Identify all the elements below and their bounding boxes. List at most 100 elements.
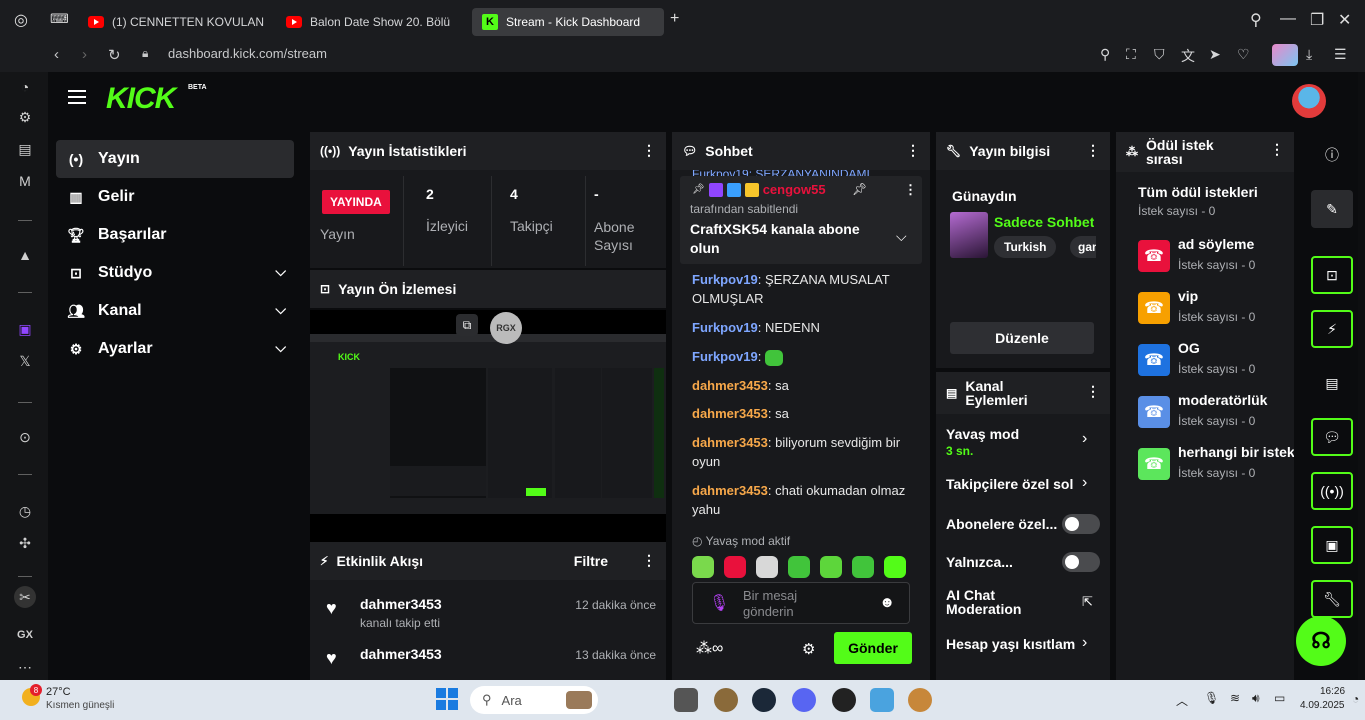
- reward-item[interactable]: ☎ ad söyleme İstek sayısı - 0: [1138, 236, 1308, 286]
- more-icon[interactable]: ⋯: [14, 656, 36, 678]
- emote-icon[interactable]: [724, 556, 746, 578]
- subs-only-toggle[interactable]: [1062, 514, 1100, 534]
- taskbar-search[interactable]: ⚲ Ara: [470, 686, 598, 714]
- more-options-icon[interactable]: ⋮: [1270, 142, 1284, 156]
- forward-icon[interactable]: ›: [82, 46, 87, 63]
- more-options-icon[interactable]: ⋮: [642, 142, 656, 159]
- avatar[interactable]: [1292, 84, 1326, 118]
- gx-control-icon[interactable]: ⚙: [14, 106, 36, 128]
- chevron-up-icon[interactable]: ︿: [1176, 692, 1188, 709]
- chevron-right-icon[interactable]: ›: [1082, 634, 1087, 652]
- minimize-icon[interactable]: —: [1280, 10, 1296, 28]
- url-field[interactable]: dashboard.kick.com/stream: [168, 46, 327, 61]
- wifi-icon[interactable]: ≋: [1230, 691, 1240, 705]
- external-link-icon[interactable]: ⇱: [1082, 594, 1093, 610]
- tab-youtube-2[interactable]: Balon Date Show 20. Bölü: [276, 8, 466, 36]
- more-options-icon[interactable]: ⋮: [1086, 142, 1100, 159]
- new-tab-button[interactable]: +: [670, 10, 679, 28]
- gx-corner-icon[interactable]: ▤: [14, 138, 36, 160]
- camera-tool-icon[interactable]: ▣: [1311, 526, 1353, 564]
- chevron-right-icon[interactable]: ›: [1082, 474, 1087, 492]
- lightning-tool-icon[interactable]: ⚡︎: [1311, 310, 1353, 348]
- sidebar-item-basarilar[interactable]: 🏆︎ Başarılar: [56, 216, 294, 254]
- reward-item[interactable]: ☎ herhangi bir istek İstek sayısı - 0: [1138, 444, 1294, 494]
- sidebar-item-gelir[interactable]: ▥ Gelir: [56, 178, 294, 216]
- close-window-icon[interactable]: ✕: [1338, 10, 1351, 30]
- chevron-down-icon[interactable]: ⌵: [896, 228, 907, 245]
- microphone-icon[interactable]: 🎙︎: [1204, 691, 1219, 705]
- microphone-icon[interactable]: 🎙︎: [709, 593, 729, 613]
- profile-icon[interactable]: [1272, 44, 1298, 66]
- edit-icon[interactable]: ✎: [1311, 190, 1353, 228]
- more-options-icon[interactable]: ⋮: [904, 182, 917, 198]
- windows-start-icon[interactable]: [436, 688, 458, 710]
- download-icon[interactable]: ⤓: [1306, 46, 1312, 63]
- info-icon[interactable]: ⓘ: [1311, 136, 1353, 174]
- app-icon[interactable]: [908, 688, 932, 712]
- discord-icon[interactable]: [792, 688, 816, 712]
- pin-icon[interactable]: ⚲: [1100, 46, 1110, 63]
- task-view-icon[interactable]: [674, 688, 698, 712]
- unpin-icon[interactable]: 📌︎: [852, 182, 867, 196]
- chat-input[interactable]: 🎙︎ Bir mesaj gönderin ☻: [692, 582, 910, 624]
- battery-icon[interactable]: ▭: [1274, 691, 1285, 705]
- search-tabs-icon[interactable]: ⚲: [1250, 10, 1262, 30]
- more-options-icon[interactable]: ⋮: [906, 142, 920, 159]
- only-toggle[interactable]: [1062, 552, 1100, 572]
- app-icon[interactable]: [714, 688, 738, 712]
- reload-icon[interactable]: ↻: [108, 46, 121, 64]
- points-icon[interactable]: ⁂∞: [696, 638, 723, 658]
- tab-kick-dashboard[interactable]: K Stream - Kick Dashboard: [472, 8, 664, 36]
- tag-pill[interactable]: Turkish: [994, 236, 1057, 258]
- controller-icon[interactable]: ⌨: [50, 11, 69, 27]
- tag-pill[interactable]: gam: [1070, 236, 1096, 258]
- app-icon[interactable]: [870, 688, 894, 712]
- settings-icon[interactable]: ✂: [14, 586, 36, 608]
- translate-icon[interactable]: 文: [1181, 46, 1195, 66]
- emote-icon[interactable]: [820, 556, 842, 578]
- tab-youtube-1[interactable]: (1) CENNETTEN KOVULAN: [78, 8, 268, 36]
- edit-button[interactable]: Düzenle: [950, 322, 1094, 354]
- extensions-icon[interactable]: ✣: [14, 532, 36, 554]
- sidebar-item-studyo[interactable]: ⊡ Stüdyo ⌵: [56, 254, 294, 292]
- emoji-icon[interactable]: ☻: [879, 594, 895, 611]
- popout-icon[interactable]: ⧉: [456, 314, 478, 336]
- reward-item[interactable]: ☎ moderatörlük İstek sayısı - 0: [1138, 392, 1308, 442]
- filter-button[interactable]: Filtre: [574, 553, 608, 569]
- history-icon[interactable]: ◷: [14, 500, 36, 522]
- aria-icon[interactable]: ▲: [14, 244, 36, 266]
- emote-icon[interactable]: [884, 556, 906, 578]
- emote-icon[interactable]: [852, 556, 874, 578]
- wrench-tool-icon[interactable]: 🔧︎: [1311, 580, 1353, 618]
- hamburger-menu-icon[interactable]: [68, 90, 86, 104]
- snapshot-icon[interactable]: ⛶: [1126, 46, 1136, 63]
- steam-icon[interactable]: [752, 688, 776, 712]
- sidebar-item-kanal[interactable]: 👥︎ Kanal ⌵: [56, 292, 294, 330]
- twitch-icon[interactable]: ▣: [14, 318, 36, 340]
- back-icon[interactable]: ‹: [54, 46, 59, 63]
- support-button[interactable]: ☊: [1296, 616, 1346, 666]
- heart-icon[interactable]: ♡: [1237, 46, 1250, 63]
- speed-dial-icon[interactable]: ◔: [14, 76, 36, 98]
- emote-icon[interactable]: [756, 556, 778, 578]
- chevron-right-icon[interactable]: ›: [1082, 430, 1087, 448]
- sidebar-item-ayarlar[interactable]: ⚙ Ayarlar ⌵: [56, 330, 294, 368]
- menu-icon[interactable]: ☰: [1334, 46, 1347, 63]
- send-icon[interactable]: ➤: [1209, 46, 1221, 63]
- pinned-message[interactable]: 📌︎ cengow55 📌︎ ⋮ tarafından sabitlendi C…: [680, 176, 922, 264]
- x-icon[interactable]: 𝕏: [14, 350, 36, 372]
- slow-mode-row[interactable]: Yavaş mod: [946, 426, 1076, 442]
- gear-icon[interactable]: ⚙: [802, 640, 815, 658]
- more-options-icon[interactable]: ⋮: [642, 552, 656, 569]
- stream-preview[interactable]: KICK ⧉ RGX: [310, 310, 666, 548]
- emote-icon[interactable]: [788, 556, 810, 578]
- followers-only-row[interactable]: Takipçilere özel sol: [946, 476, 1076, 492]
- age-limit-row[interactable]: Hesap yaşı kısıtlam: [946, 636, 1076, 652]
- volume-icon[interactable]: 🔊︎: [1252, 691, 1260, 706]
- more-options-icon[interactable]: ⋮: [1086, 384, 1100, 398]
- sidebar-item-yayin[interactable]: (•) Yayın: [56, 140, 294, 178]
- notes-icon[interactable]: ▤: [1311, 364, 1353, 402]
- chat-tool-icon[interactable]: 💬︎: [1311, 418, 1353, 456]
- studio-tool-icon[interactable]: ⊡: [1311, 256, 1353, 294]
- broadcast-tool-icon[interactable]: ((•)): [1311, 472, 1353, 510]
